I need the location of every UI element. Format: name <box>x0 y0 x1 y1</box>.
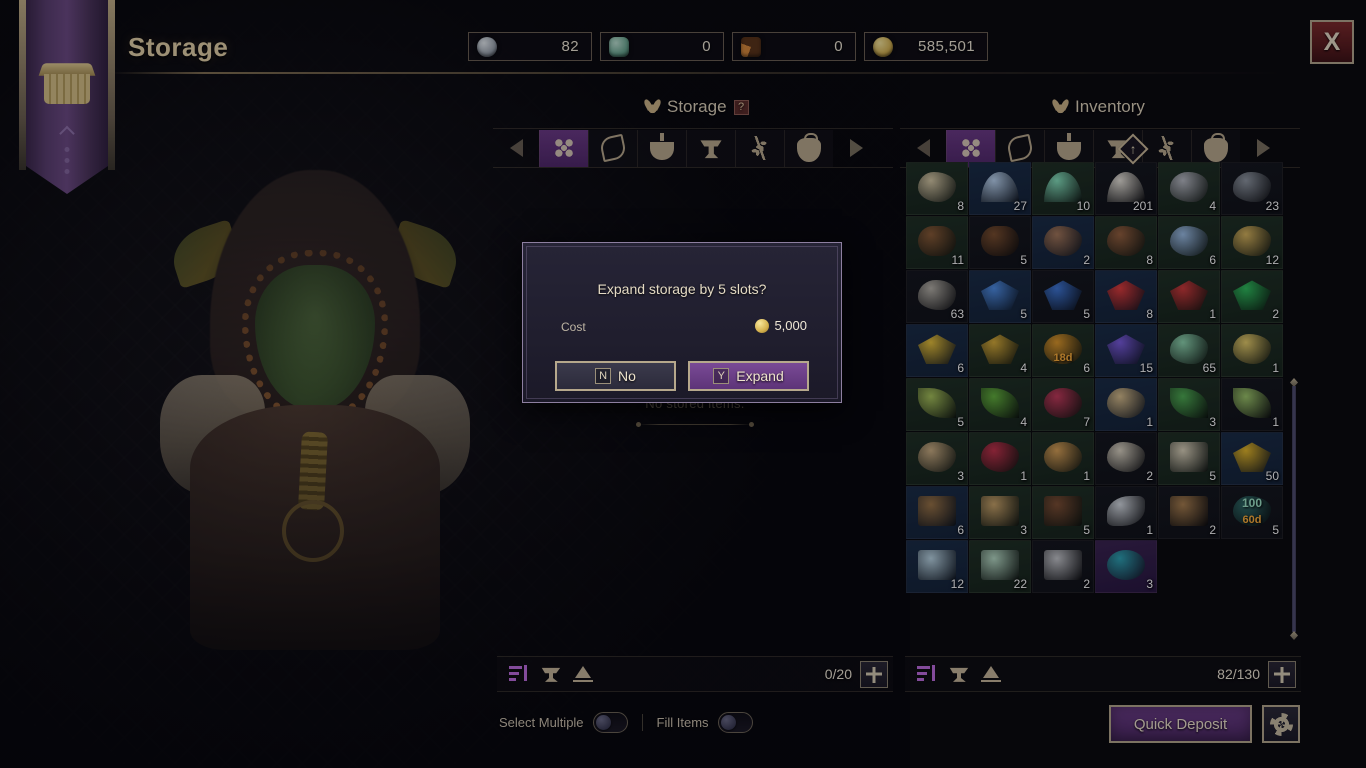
expand-storage-dialog: Expand storage by 5 slots? Cost 5,000 N … <box>522 242 842 403</box>
expand-label: Expand <box>736 368 784 384</box>
no-hotkey: N <box>595 368 612 384</box>
dialog-buttons: N No Y Expand <box>555 361 809 391</box>
dialog-cost-label: Cost <box>561 320 586 334</box>
expand-button[interactable]: Y Expand <box>688 361 809 391</box>
storage-screen: Storage 82 0 0 585,501 X Storage ? No st… <box>0 0 1366 768</box>
dialog-cost-value-group: 5,000 <box>755 318 807 333</box>
expand-hotkey: Y <box>713 368 730 384</box>
no-button[interactable]: N No <box>555 361 676 391</box>
no-label: No <box>618 368 636 384</box>
dialog-cost-value: 5,000 <box>774 318 807 333</box>
dialog-question: Expand storage by 5 slots? <box>597 281 767 297</box>
gold-coin-icon <box>755 318 770 333</box>
